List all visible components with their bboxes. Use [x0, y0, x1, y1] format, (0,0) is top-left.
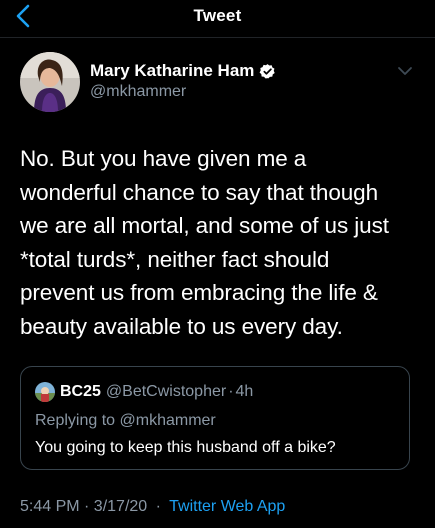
tweet-metadata: 5:44 PM · 3/17/20 · Twitter Web App	[20, 498, 285, 516]
tweet-text-line: we are all mortal, and some of us just	[20, 213, 389, 238]
chevron-down-icon	[396, 64, 414, 81]
quoted-tweet-separator: ·	[228, 383, 234, 400]
quoted-tweet-text: You going to keep this husband off a bik…	[35, 439, 336, 456]
author-handle[interactable]: @mkhammer	[90, 83, 186, 101]
quoted-tweet-avatar	[35, 382, 55, 402]
tweet-source-link[interactable]: Twitter Web App	[169, 498, 285, 515]
tweet-meta-separator: ·	[155, 498, 161, 515]
quoted-tweet-author-handle: @BetCwistopher	[105, 383, 227, 400]
nav-divider	[0, 37, 435, 38]
quoted-tweet-replying-to: Replying to @mkhammer	[35, 412, 216, 429]
tweet-text-line: *total turds*, neither fact should	[20, 246, 330, 272]
tweet-text-line: wonderful chance to say that though	[20, 179, 378, 205]
quoted-tweet-header: BC25 @BetCwistopher · 4h	[35, 381, 253, 403]
page-title: Tweet	[193, 6, 242, 25]
tweet-text: No. But you have given me a wonderful ch…	[20, 142, 420, 343]
author-name-row: Mary Katharine Ham	[90, 60, 276, 82]
tweet-text-line: prevent us from embracing the life &	[20, 280, 378, 305]
quoted-tweet-card[interactable]: BC25 @BetCwistopher · 4h Replying to @mk…	[20, 366, 410, 470]
tweet-text-line: No. But you have given me a	[20, 146, 307, 171]
quoted-tweet-time: 4h	[235, 383, 254, 400]
navigation-bar: Tweet	[0, 0, 435, 32]
quoted-tweet-author-name: BC25	[60, 383, 101, 400]
more-options-button[interactable]	[396, 64, 414, 76]
tweet-text-line: beauty available to us every day.	[20, 313, 343, 339]
verified-badge-icon	[259, 63, 276, 80]
author-name[interactable]: Mary Katharine Ham	[90, 61, 254, 81]
author-avatar[interactable]	[20, 52, 80, 112]
tweet-timestamp: 5:44 PM · 3/17/20	[20, 498, 148, 515]
